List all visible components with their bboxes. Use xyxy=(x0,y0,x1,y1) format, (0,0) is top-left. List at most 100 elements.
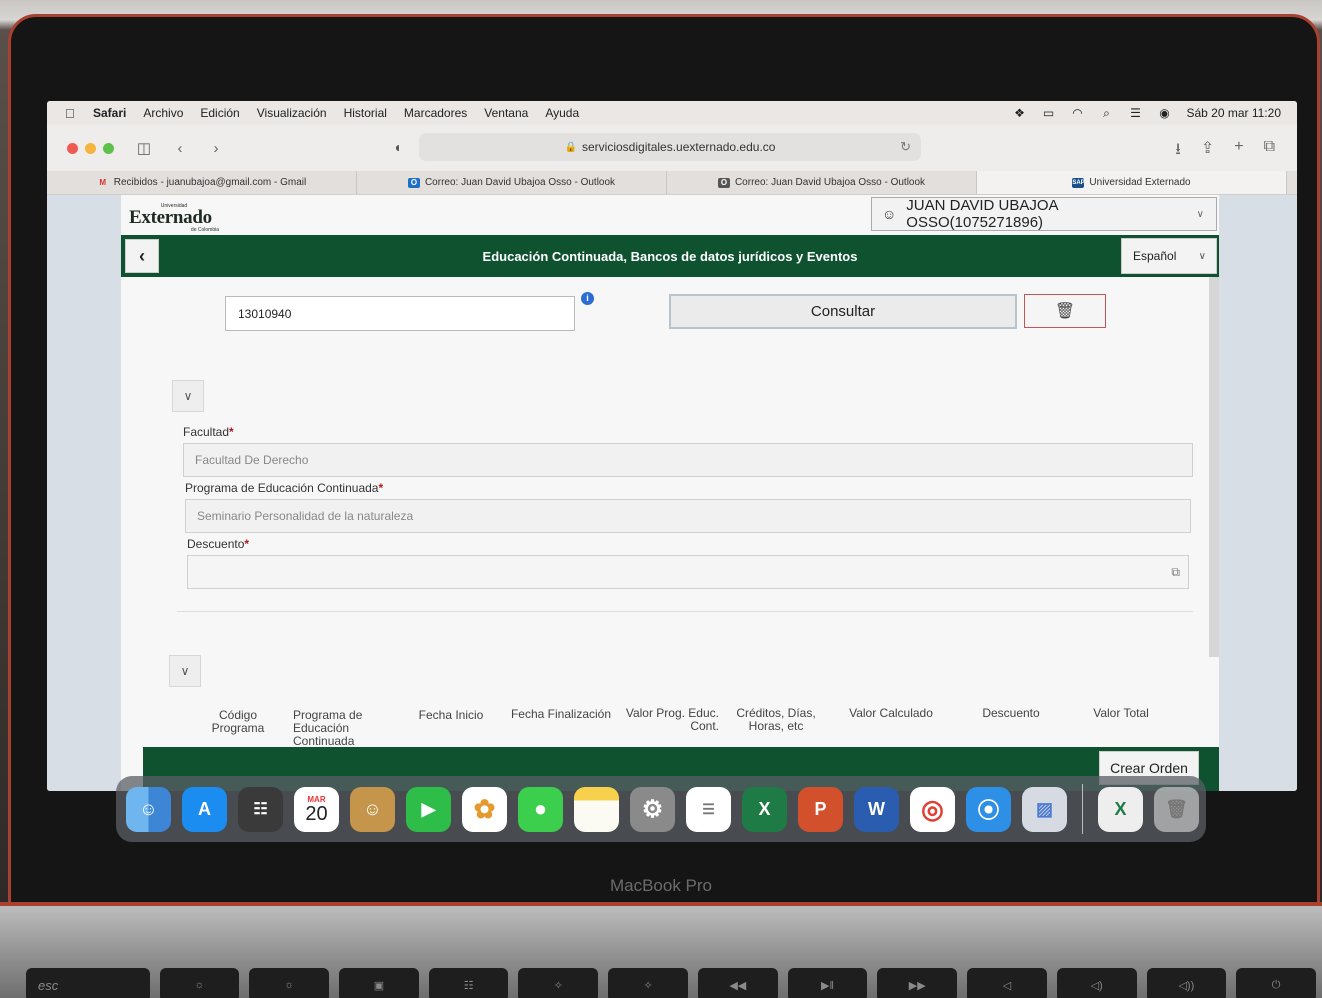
menu-historial[interactable]: Historial xyxy=(344,106,387,120)
new-tab-icon[interactable]: + xyxy=(1234,138,1243,165)
f7-key: ◀◀ xyxy=(697,968,778,998)
siri-icon[interactable]: ◉ xyxy=(1157,107,1171,119)
app-container: Universidad Externado de Colombia ☺ JUAN… xyxy=(121,195,1219,791)
column-header-valor-total: Valor Total xyxy=(1093,706,1149,720)
gmail-icon: M xyxy=(99,177,107,187)
f3-key: ▣ xyxy=(339,968,419,998)
tab-outlook-1[interactable]: O Correo: Juan David Ubajoa Osso - Outlo… xyxy=(357,171,667,194)
reload-icon[interactable]: ↻ xyxy=(900,139,911,155)
programa-field[interactable]: Seminario Personalidad de la naturaleza xyxy=(185,499,1191,533)
column-header-codigo: Código Programa xyxy=(211,708,265,735)
url-text: serviciosdigitales.uexternado.edu.co xyxy=(582,140,776,154)
dropbox-icon[interactable]: ❖ xyxy=(1012,107,1026,119)
section-divider xyxy=(177,611,1193,612)
browser-toolbar: ◫ ‹ › ◖ 🔒 serviciosdigitales.uexternado.… xyxy=(47,125,1297,171)
facultad-field[interactable]: Facultad De Derecho xyxy=(183,443,1193,477)
battery-icon[interactable]: ▭ xyxy=(1041,107,1055,119)
downloads-icon[interactable]: ⭳ xyxy=(1175,138,1181,165)
menu-edicion[interactable]: Edición xyxy=(200,106,239,120)
dock-separator xyxy=(1082,784,1083,834)
facetime-icon[interactable]: ▶ xyxy=(406,786,451,832)
share-icon[interactable]: ⇪ xyxy=(1201,138,1214,165)
tab-outlook-2[interactable]: O Correo: Juan David Ubajoa Osso - Outlo… xyxy=(667,171,977,194)
consultar-button[interactable]: Consultar xyxy=(669,294,1017,329)
powerpoint-icon[interactable]: P xyxy=(798,786,843,832)
trash-icon: 🗑 xyxy=(1054,303,1076,320)
f9-key: ▶▶ xyxy=(877,968,958,998)
f2-key: ☼ xyxy=(249,968,330,998)
forward-nav-icon[interactable]: › xyxy=(208,140,224,157)
page-title: Educación Continuada, Bancos de datos ju… xyxy=(482,248,858,264)
delete-button[interactable]: 🗑 xyxy=(1024,294,1106,328)
reminders-icon[interactable]: ☰ xyxy=(686,786,731,832)
sidebar-toggle-icon[interactable]: ◫ xyxy=(136,139,152,157)
f10-key: ◁ xyxy=(967,968,1047,998)
sap-icon: SAP xyxy=(1072,177,1085,188)
calendar-icon[interactable]: MAR 20 xyxy=(294,786,339,832)
excel-icon[interactable]: X xyxy=(742,786,787,832)
menu-archivo[interactable]: Archivo xyxy=(143,106,183,120)
notes-icon[interactable] xyxy=(574,786,619,832)
chevron-down-icon: ∨ xyxy=(180,664,190,678)
scrollbar[interactable] xyxy=(1209,277,1219,657)
tab-gmail[interactable]: M Recibidos - juanubajoa@gmail.com - Gma… xyxy=(47,171,357,194)
excel-file-icon[interactable]: X xyxy=(1098,786,1143,832)
tab-label: Recibidos - juanubajoa@gmail.com - Gmail xyxy=(113,177,307,188)
tab-overview-icon[interactable]: ⧉ xyxy=(1264,138,1275,165)
f11-key: ◁) xyxy=(1056,968,1137,998)
photo-scene:  Safari Archivo Edición Visualización H… xyxy=(0,0,1322,998)
logo-main-text: Externado xyxy=(129,207,212,228)
language-select[interactable]: Español ∨ xyxy=(1121,238,1217,274)
address-bar[interactable]: 🔒 serviciosdigitales.uexternado.edu.co ↻ xyxy=(419,133,921,161)
system-preferences-icon[interactable]: ⚙ xyxy=(630,786,675,832)
collapse-toggle-button[interactable]: ∨ xyxy=(169,655,201,687)
f8-key: ▶‖ xyxy=(787,968,868,998)
wifi-icon[interactable]: ◠ xyxy=(1070,107,1084,119)
close-window-button[interactable] xyxy=(67,142,78,154)
column-header-fecha-fin: Fecha Finalización xyxy=(510,707,612,721)
window-controls xyxy=(67,142,114,154)
safari-icon[interactable]: ⦿ xyxy=(966,786,1011,832)
photos-icon[interactable]: ✿ xyxy=(462,786,507,832)
contacts-icon[interactable]: ☺ xyxy=(350,786,395,832)
tab-externado[interactable]: SAP Universidad Externado xyxy=(977,171,1287,194)
program-code-input[interactable]: 13010940 xyxy=(225,296,575,331)
tab-label: Universidad Externado xyxy=(1089,177,1191,188)
menu-marcadores[interactable]: Marcadores xyxy=(404,106,467,120)
info-icon[interactable]: i xyxy=(581,292,594,305)
minimize-window-button[interactable] xyxy=(85,142,96,154)
menu-safari[interactable]: Safari xyxy=(93,106,126,120)
finder-icon[interactable]: ☺ xyxy=(126,786,171,832)
collapse-toggle-button[interactable]: ∨ xyxy=(172,380,204,412)
app-store-icon[interactable]: A xyxy=(182,786,227,832)
column-header-programa: Programa de Educación Continuada xyxy=(293,708,363,748)
word-icon[interactable]: W xyxy=(854,786,899,832)
descuento-label: Descuento* xyxy=(187,537,249,551)
zoom-window-button[interactable] xyxy=(103,142,114,154)
privacy-shield-icon[interactable]: ◖ xyxy=(393,139,401,155)
column-header-fecha-inicio: Fecha Inicio xyxy=(418,708,484,722)
tab-bar: M Recibidos - juanubajoa@gmail.com - Gma… xyxy=(47,171,1297,195)
value-help-icon[interactable]: ⧉ xyxy=(1171,565,1180,580)
descuento-field[interactable]: ⧉ xyxy=(187,555,1189,589)
f4-key: ☷ xyxy=(428,968,509,998)
menubar-clock[interactable]: Sáb 20 mar 11:20 xyxy=(1186,106,1281,120)
control-center-icon[interactable]: ☰ xyxy=(1128,107,1142,119)
back-button[interactable]: ‹ xyxy=(125,239,159,273)
trash-icon[interactable]: 🗑 xyxy=(1154,786,1199,832)
preview-icon[interactable]: ▨ xyxy=(1022,786,1067,832)
toolbar-actions: ⭳ ⇪ + ⧉ xyxy=(1175,138,1275,165)
calculator-icon[interactable]: ☷ xyxy=(238,786,283,832)
spotlight-icon[interactable]: ⌕ xyxy=(1099,107,1113,119)
user-menu[interactable]: ☺ JUAN DAVID UBAJOA OSSO(1075271896) ∨ xyxy=(871,197,1217,231)
messages-icon[interactable]: ● xyxy=(518,786,563,832)
menu-ayuda[interactable]: Ayuda xyxy=(545,106,579,120)
tab-label: Correo: Juan David Ubajoa Osso - Outlook xyxy=(424,177,616,188)
required-marker: * xyxy=(378,481,384,495)
menu-ventana[interactable]: Ventana xyxy=(484,106,528,120)
lock-icon: 🔒 xyxy=(564,141,577,153)
back-nav-icon[interactable]: ‹ xyxy=(172,140,188,157)
menu-visualizacion[interactable]: Visualización xyxy=(257,106,327,120)
chrome-icon[interactable]: ◎ xyxy=(910,786,955,832)
apple-icon[interactable]:  xyxy=(65,106,77,121)
